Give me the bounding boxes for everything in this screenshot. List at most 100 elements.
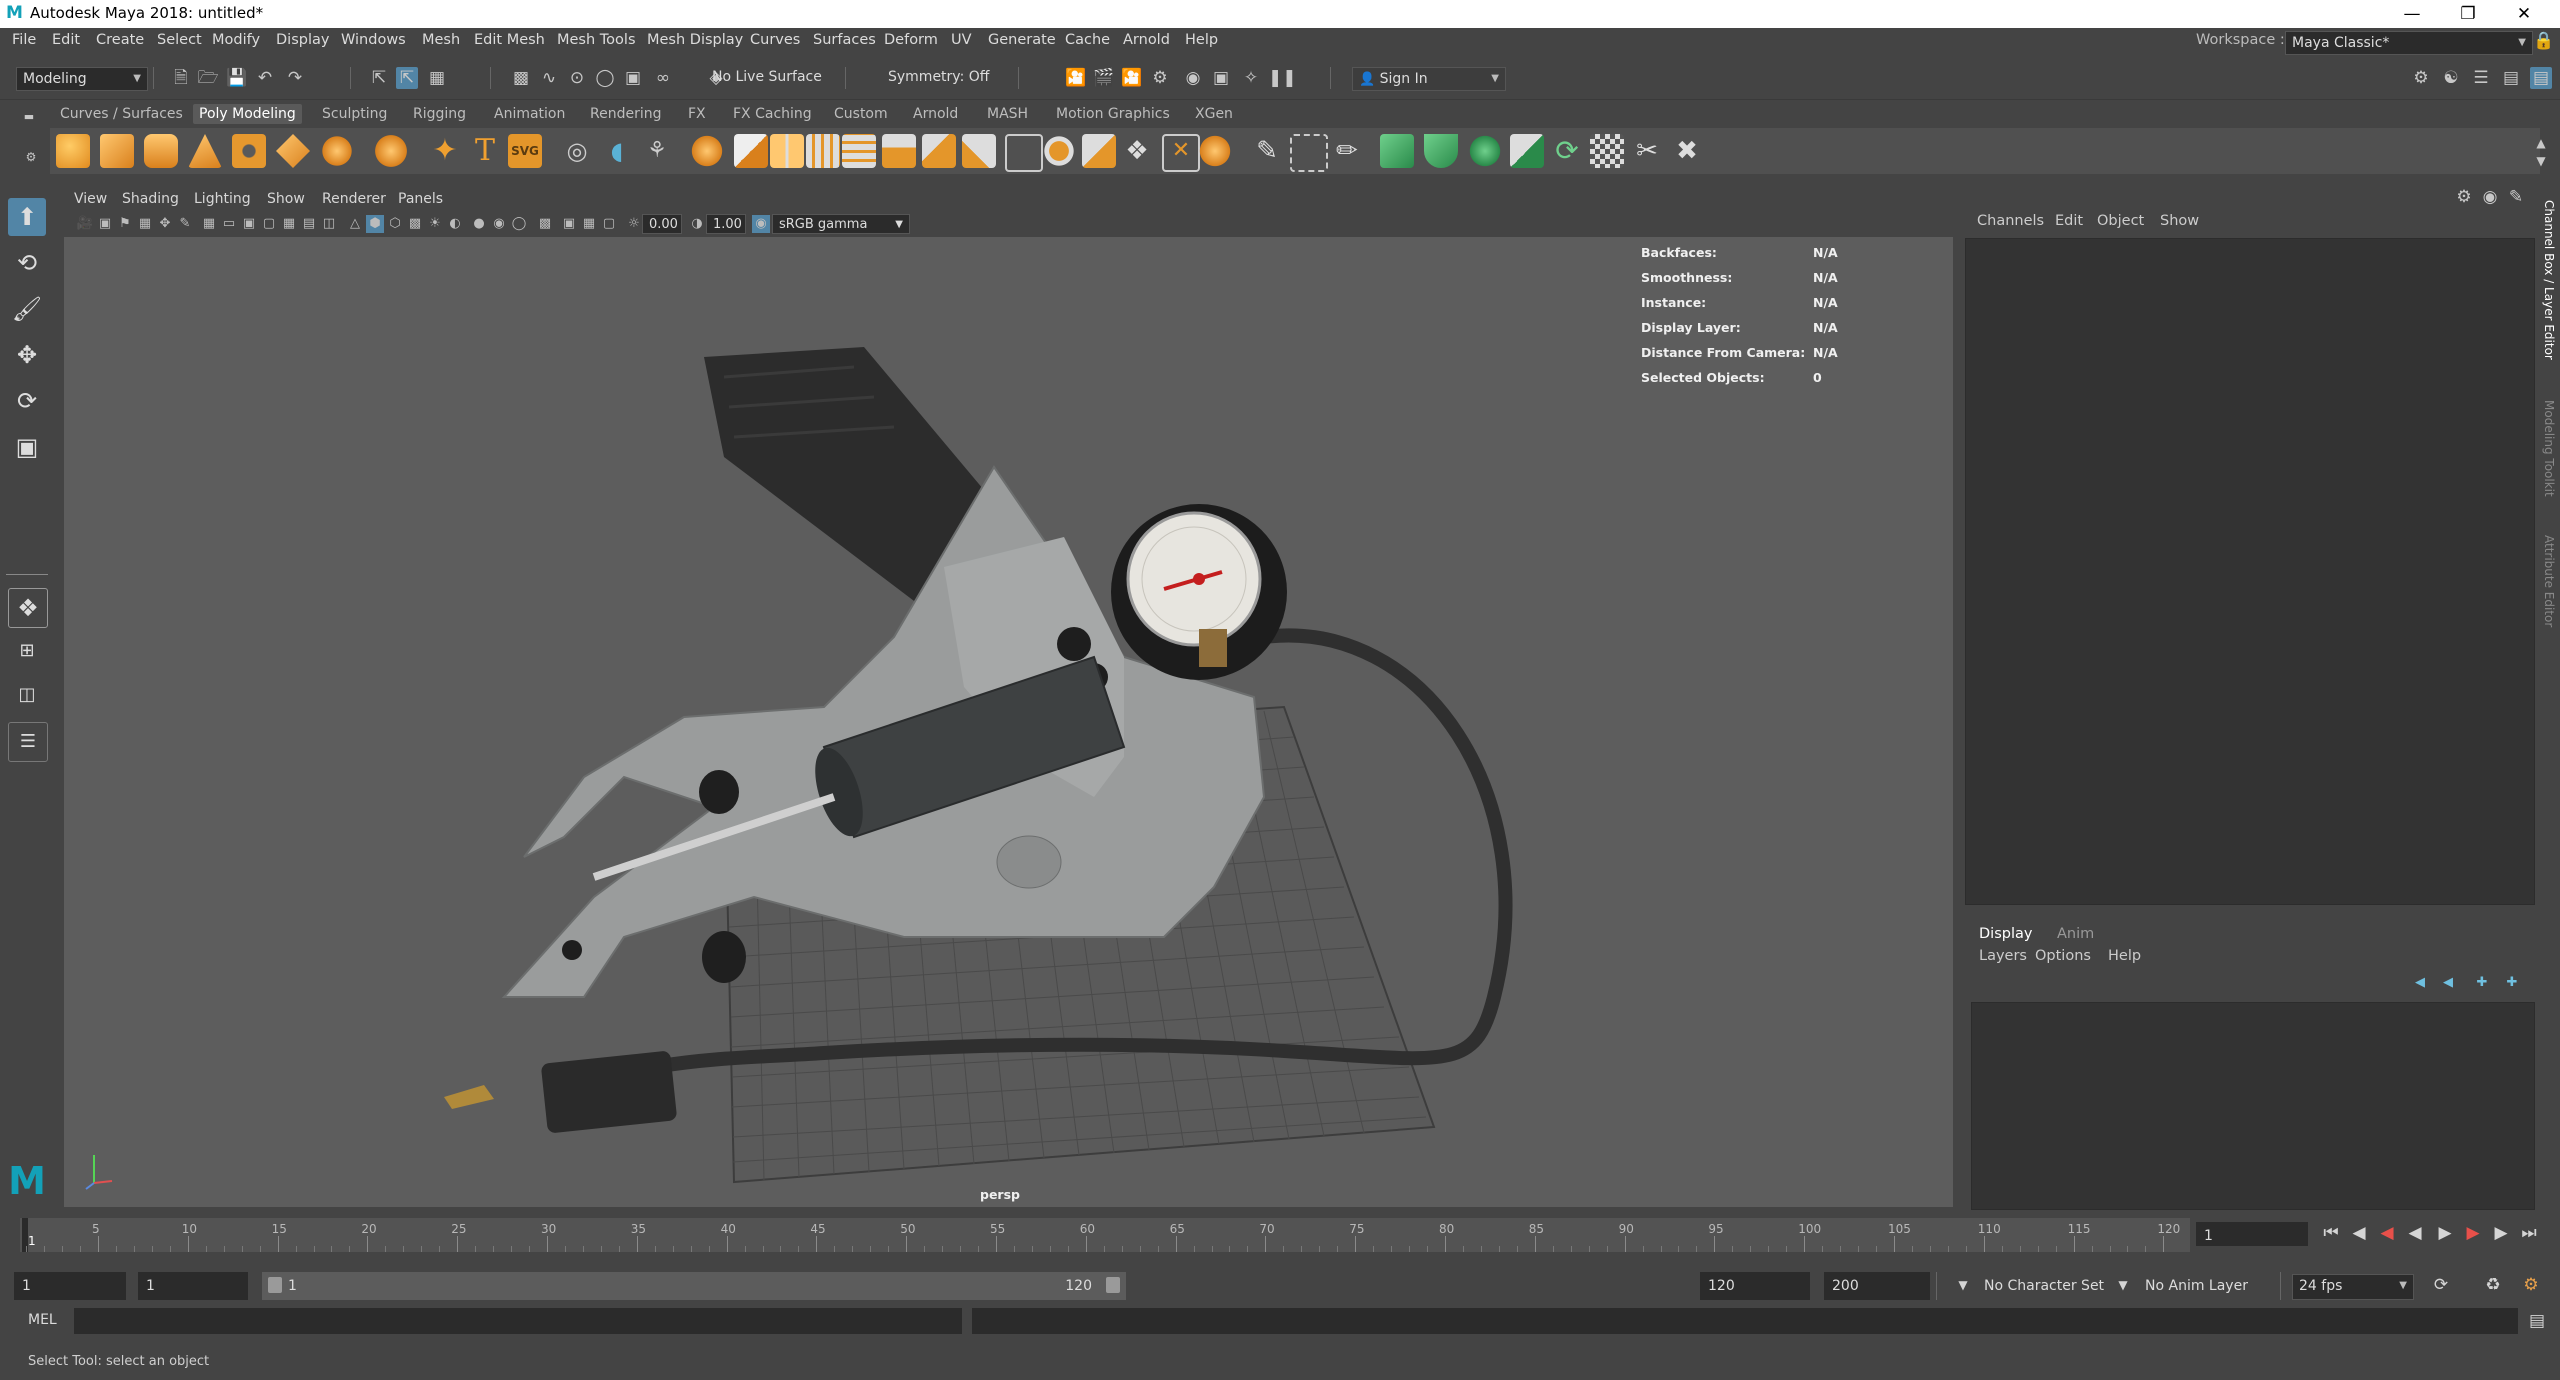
snap-edge-icon[interactable]: ∞ <box>652 67 674 89</box>
time-slider[interactable]: 1 5 10 15 20 25 30 35 40 45 50 55 60 65 70 75 80 85 90 95 1… <box>0 1212 2560 1258</box>
camera-icon[interactable]: 🎥 <box>76 215 94 233</box>
resolution-gate-icon[interactable]: ▣ <box>240 215 258 233</box>
poly-sphere-icon[interactable] <box>56 134 90 168</box>
smooth-shade-icon[interactable]: ⬢ <box>366 215 384 233</box>
exposure-icon[interactable]: ☼ <box>625 215 643 233</box>
wireframe-icon[interactable]: △ <box>346 215 364 233</box>
isolate-select-icon[interactable]: ▩ <box>536 215 554 233</box>
tab-arnold[interactable]: Arnold <box>913 106 958 122</box>
reduce-icon[interactable] <box>842 134 876 168</box>
poly-plane-icon[interactable] <box>276 134 310 168</box>
gamma-icon[interactable]: ◑ <box>688 215 706 233</box>
close-icon[interactable]: ✕ <box>2496 0 2552 28</box>
attribute-editor-icon[interactable]: ☰ <box>2470 67 2492 89</box>
platonic-solid-icon[interactable] <box>374 134 408 168</box>
step-forward-frame-icon[interactable]: ▶ <box>2490 1222 2512 1244</box>
snap-curve-icon[interactable]: ∿ <box>538 67 560 89</box>
poly-cube-icon[interactable] <box>100 134 134 168</box>
anim-layer-menu-icon[interactable]: ▼ <box>2112 1274 2134 1296</box>
auto-key-icon[interactable]: ♻ <box>2482 1274 2504 1296</box>
offset-loop-icon[interactable]: ✏ <box>1330 134 1364 168</box>
tab-poly-modeling[interactable]: Poly Modeling <box>193 104 302 124</box>
current-frame-field[interactable]: 1 <box>2196 1222 2308 1246</box>
render-setup-icon[interactable]: ▣ <box>1210 67 1232 89</box>
playback-start-field[interactable]: 1 <box>138 1272 248 1300</box>
range-start-handle[interactable] <box>268 1277 282 1293</box>
go-to-end-icon[interactable]: ⏭ <box>2518 1222 2540 1244</box>
human-ik-icon[interactable]: ☯ <box>2440 67 2462 89</box>
tab-rendering[interactable]: Rendering <box>590 106 662 122</box>
object-menu[interactable]: Object <box>2097 213 2144 229</box>
bridge-icon[interactable] <box>922 134 956 168</box>
tab-sculpting[interactable]: Sculpting <box>322 106 387 122</box>
gamma-field[interactable]: 1.00 <box>706 214 746 234</box>
mirror-icon[interactable]: ◖ <box>600 134 634 168</box>
outliner-icon[interactable]: ☰ <box>8 722 48 762</box>
restore-icon[interactable]: ❐ <box>2440 0 2496 28</box>
tab-motion-graphics[interactable]: Motion Graphics <box>1056 106 1170 122</box>
new-scene-icon[interactable]: 🗎 <box>170 67 192 89</box>
redo-icon[interactable]: ↷ <box>284 67 306 89</box>
xray-components-icon[interactable]: ▢ <box>600 215 618 233</box>
edge-loop-icon[interactable] <box>1290 134 1328 172</box>
grid-icon[interactable]: ▦ <box>200 215 218 233</box>
cut-uv-icon[interactable]: ✂ <box>1630 134 1664 168</box>
poly-torus-icon[interactable] <box>232 134 266 168</box>
menu-create[interactable]: Create <box>96 32 144 48</box>
shelf-settings-icon[interactable]: ▬ <box>18 106 40 128</box>
select-hierarchy-icon[interactable]: ⇱ <box>368 67 390 89</box>
panel-menu-show[interactable]: Show <box>267 191 305 207</box>
menu-select[interactable]: Select <box>157 32 202 48</box>
select-object-icon[interactable]: ⇱ <box>396 67 418 89</box>
poly-cylinder-icon[interactable] <box>144 134 178 168</box>
textured-icon[interactable]: ▩ <box>406 215 424 233</box>
grease-pencil-icon[interactable]: ✎ <box>176 215 194 233</box>
extrude-icon[interactable] <box>882 134 916 168</box>
poly-text-icon[interactable]: T <box>468 134 502 168</box>
range-slider[interactable]: 1 120 <box>262 1272 1126 1300</box>
snap-view-icon[interactable]: ◯ <box>594 67 616 89</box>
layer-list[interactable] <box>1971 1002 2535 1210</box>
show-menu[interactable]: Show <box>2160 213 2199 229</box>
menu-generate[interactable]: Generate <box>988 32 1056 48</box>
film-gate-icon[interactable]: ▭ <box>220 215 238 233</box>
menu-arnold[interactable]: Arnold <box>1123 32 1170 48</box>
modeling-toolkit-icon[interactable]: ⚙ <box>2410 67 2432 89</box>
move-layer-up-icon[interactable]: ◀ <box>2409 972 2431 994</box>
panel-menu-view[interactable]: View <box>74 191 107 207</box>
collapse-icon[interactable]: ❖ <box>1120 134 1154 168</box>
snap-point-icon[interactable]: ⊙ <box>566 67 588 89</box>
bookmark-icon[interactable]: ⚑ <box>116 215 134 233</box>
step-back-frame-icon[interactable]: ◀ <box>2348 1222 2370 1244</box>
poly-disc-icon[interactable] <box>320 134 354 168</box>
gate-mask-icon[interactable]: ▢ <box>260 215 278 233</box>
tab-xgen[interactable]: XGen <box>1195 106 1233 122</box>
menu-surfaces[interactable]: Surfaces <box>813 32 876 48</box>
attribute-toggle-icon[interactable]: ◉ <box>2479 186 2501 208</box>
merge-icon[interactable] <box>1082 134 1116 168</box>
open-scene-icon[interactable]: 🗁 <box>197 67 219 89</box>
playback-end-field[interactable]: 120 <box>1700 1272 1810 1300</box>
channel-box-layout-icon[interactable]: ⚙ <box>2453 186 2475 208</box>
ipr-render-icon[interactable]: 🎦 <box>1121 67 1143 89</box>
paint-select-icon[interactable]: 🖌 <box>8 290 46 328</box>
fill-hole-icon[interactable] <box>1005 134 1043 172</box>
field-chart-icon[interactable]: ▦ <box>280 215 298 233</box>
loop-icon[interactable]: ⟳ <box>2430 1274 2452 1296</box>
panel-menu-panels[interactable]: Panels <box>398 191 443 207</box>
color-management-icon[interactable]: ◉ <box>752 215 770 233</box>
tab-fx[interactable]: FX <box>688 106 706 122</box>
snap-grid-icon[interactable]: ▩ <box>510 67 532 89</box>
time-slider-track[interactable]: 1 5 10 15 20 25 30 35 40 45 50 55 60 65 70 75 80 85 90 95 1… <box>20 1218 2190 1252</box>
menu-edit-mesh[interactable]: Edit Mesh <box>474 32 545 48</box>
menu-mesh[interactable]: Mesh <box>422 32 460 48</box>
play-forwards-icon[interactable]: ▶ <box>2434 1222 2456 1244</box>
render-view-icon[interactable]: 🎦 <box>1065 67 1087 89</box>
tab-animation[interactable]: Animation <box>494 106 565 122</box>
image-plane-icon[interactable]: ▦ <box>136 215 154 233</box>
four-view-layout-icon[interactable]: ⊞ <box>8 632 46 670</box>
poly-cone-icon[interactable] <box>188 134 222 168</box>
tab-custom[interactable]: Custom <box>834 106 888 122</box>
workspace-dropdown[interactable]: Maya Classic* ▼ <box>2285 31 2533 55</box>
help-menu[interactable]: Help <box>2108 948 2141 964</box>
